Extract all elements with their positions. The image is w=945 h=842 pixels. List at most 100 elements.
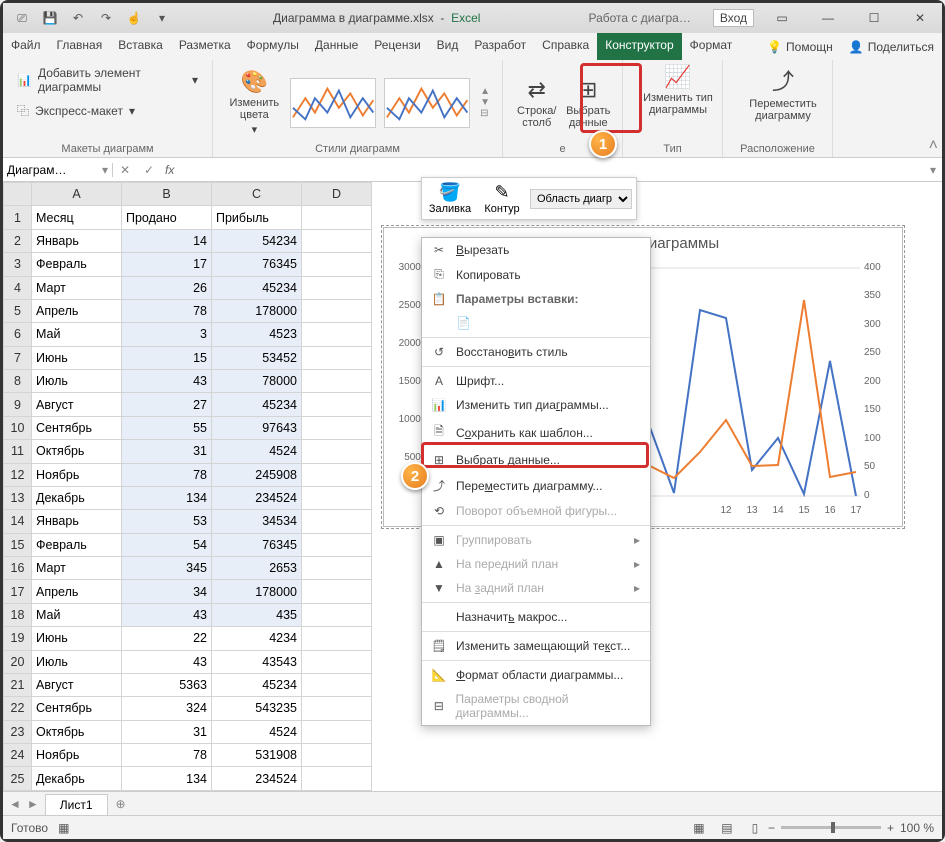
sheet-tab-1[interactable]: Лист1	[45, 794, 108, 815]
ctx-save-template[interactable]: 🗎Сохранить как шаблон...	[422, 417, 650, 448]
fx-icon[interactable]: fx	[161, 163, 178, 177]
switch-icon: ⇄	[528, 77, 546, 103]
quick-layout-button[interactable]: ⿻Экспресс-макет▾	[13, 100, 202, 121]
outline-icon: ✎	[494, 182, 509, 203]
chart-element-icon: 📊	[17, 73, 32, 87]
reset-icon: ↺	[430, 345, 448, 359]
svg-text:100: 100	[864, 433, 881, 444]
enter-formula-icon[interactable]: ✓	[137, 163, 161, 177]
tab-data[interactable]: Данные	[307, 33, 366, 60]
pivot-icon: ⊟	[430, 699, 448, 713]
tell-me[interactable]: 💡Помощн	[759, 33, 841, 60]
cut-icon: ✂	[430, 243, 448, 257]
chart-type-icon: 📈	[664, 64, 691, 90]
zoom-out-button[interactable]: −	[768, 821, 775, 835]
autosave-icon[interactable]: ⎚	[9, 6, 35, 30]
tab-view[interactable]: Вид	[429, 33, 467, 60]
zoom-slider[interactable]	[781, 826, 881, 829]
tab-design[interactable]: Конструктор	[597, 33, 681, 60]
status-ready: Готово	[11, 821, 48, 835]
fill-button[interactable]: 🪣Заливка	[426, 182, 474, 215]
change-colors-button[interactable]: 🎨Изменить цвета▾	[223, 69, 286, 136]
share-button[interactable]: 👤Поделиться	[841, 33, 942, 60]
save-icon[interactable]: 💾	[37, 6, 63, 30]
svg-text:15: 15	[798, 505, 810, 516]
window-title: Диаграмма в диаграмме.xlsx - Excel	[181, 11, 572, 25]
style-more-icon[interactable]: ⊟	[480, 108, 490, 119]
status-bar: Готово ▦ ▦ ▤ ▯ − + 100 %	[3, 815, 942, 839]
ctx-format-area[interactable]: 📐Формат области диаграммы...	[422, 663, 650, 687]
outline-button[interactable]: ✎Контур	[478, 182, 526, 215]
tab-file[interactable]: Файл	[3, 33, 49, 60]
style-up-icon[interactable]: ▲	[480, 86, 490, 97]
style-down-icon[interactable]: ▼	[480, 97, 490, 108]
tab-layout[interactable]: Разметка	[171, 33, 239, 60]
select-data-icon: ⊞	[579, 77, 597, 103]
svg-text:350: 350	[864, 290, 881, 301]
view-page-layout-icon[interactable]: ▤	[714, 821, 740, 835]
svg-text:200: 200	[864, 376, 881, 387]
select-data-ctx-icon: ⊞	[430, 453, 448, 467]
ctx-send-back: ▼На задний план	[422, 576, 650, 600]
move-chart-button[interactable]: ⤴Переместить диаграмму	[733, 64, 833, 122]
quick-layout-icon: ⿻	[17, 102, 29, 119]
spreadsheet-grid[interactable]: ABCD1МесяцПроданоПрибыль2Январь14542343Ф…	[3, 182, 372, 791]
collapse-ribbon-icon[interactable]: ˄	[929, 137, 938, 155]
ctx-copy[interactable]: ⎘Копировать	[422, 262, 650, 287]
maximize-button[interactable]: ☐	[852, 4, 896, 32]
sheet-nav-prev-icon[interactable]: ◄	[9, 797, 21, 811]
ribbon-options-icon[interactable]: ▭	[760, 4, 804, 32]
redo-icon[interactable]: ↷	[93, 6, 119, 30]
new-sheet-button[interactable]: ⊕	[108, 797, 134, 811]
expand-formula-bar-icon[interactable]: ▾	[924, 163, 942, 177]
signin-button[interactable]: Вход	[713, 9, 754, 27]
macro-record-icon[interactable]: ▦	[48, 821, 79, 835]
ctx-font[interactable]: AШрифт...	[422, 369, 650, 393]
rotate3d-icon: ⟲	[430, 504, 448, 518]
zoom-level[interactable]: 100 %	[900, 821, 934, 835]
view-normal-icon[interactable]: ▦	[686, 821, 712, 835]
minimize-button[interactable]: —	[806, 4, 850, 32]
template-icon: 🗎	[430, 422, 448, 443]
ctx-reset-style[interactable]: ↺Восстановить стиль	[422, 340, 650, 364]
tab-insert[interactable]: Вставка	[110, 33, 171, 60]
ctx-assign-macro[interactable]: Назначить макрос...	[422, 605, 650, 629]
ctx-alt-text[interactable]: 🗒Изменить замещающий текст...	[422, 634, 650, 658]
view-page-break-icon[interactable]: ▯	[742, 821, 768, 835]
context-menu: ✂Выреза­ть ⎘Копировать 📋Параметры вставк…	[421, 237, 651, 726]
sheet-tab-bar: ◄ ► Лист1 ⊕	[3, 791, 942, 815]
cancel-formula-icon[interactable]: ✕	[113, 163, 137, 177]
tab-help[interactable]: Справка	[534, 33, 597, 60]
svg-text:17: 17	[850, 505, 862, 516]
tab-developer[interactable]: Разработ	[466, 33, 534, 60]
name-box[interactable]: Диаграм…▾	[3, 163, 113, 177]
tab-format[interactable]: Формат	[682, 33, 741, 60]
chart-style-2[interactable]	[384, 78, 470, 128]
ctx-move-chart[interactable]: ⤴Переместить диаграмму...	[422, 472, 650, 499]
touch-icon[interactable]: ☝	[121, 6, 147, 30]
sheet-nav-next-icon[interactable]: ►	[27, 797, 39, 811]
ctx-3d-rotation: ⟲Поворот объемной фигуры...	[422, 499, 650, 523]
annotation-marker-2: 2	[401, 462, 429, 490]
zoom-in-button[interactable]: +	[887, 821, 894, 835]
switch-row-col-button[interactable]: ⇄Строка/столб	[513, 64, 561, 141]
group-label-layouts: Макеты диаграмм	[13, 141, 202, 155]
tab-formulas[interactable]: Формулы	[239, 33, 307, 60]
undo-icon[interactable]: ↶	[65, 6, 91, 30]
svg-text:400: 400	[864, 262, 881, 273]
chart-style-1[interactable]	[290, 78, 376, 128]
qa-more-icon[interactable]: ▾	[149, 6, 175, 30]
ctx-select-data[interactable]: ⊞Выбрать данные...	[422, 448, 650, 472]
change-chart-type-button[interactable]: 📈Изменить тип диаграммы	[633, 64, 723, 116]
tab-review[interactable]: Рецензи	[366, 33, 428, 60]
ctx-paste-options-header: 📋Параметры вставки:	[422, 287, 650, 311]
chart-element-selector[interactable]: Область диагр	[530, 189, 632, 209]
tab-home[interactable]: Главная	[49, 33, 111, 60]
svg-text:50: 50	[864, 461, 876, 472]
add-chart-element-button[interactable]: 📊Добавить элемент диаграммы▾	[13, 64, 202, 96]
group-label-type: Тип	[633, 141, 712, 155]
close-button[interactable]: ✕	[898, 4, 942, 32]
svg-text:150: 150	[864, 404, 881, 415]
ctx-change-type[interactable]: 📊Изменить тип диаграммы...	[422, 393, 650, 417]
ctx-cut[interactable]: ✂Выреза­ть	[422, 238, 650, 262]
